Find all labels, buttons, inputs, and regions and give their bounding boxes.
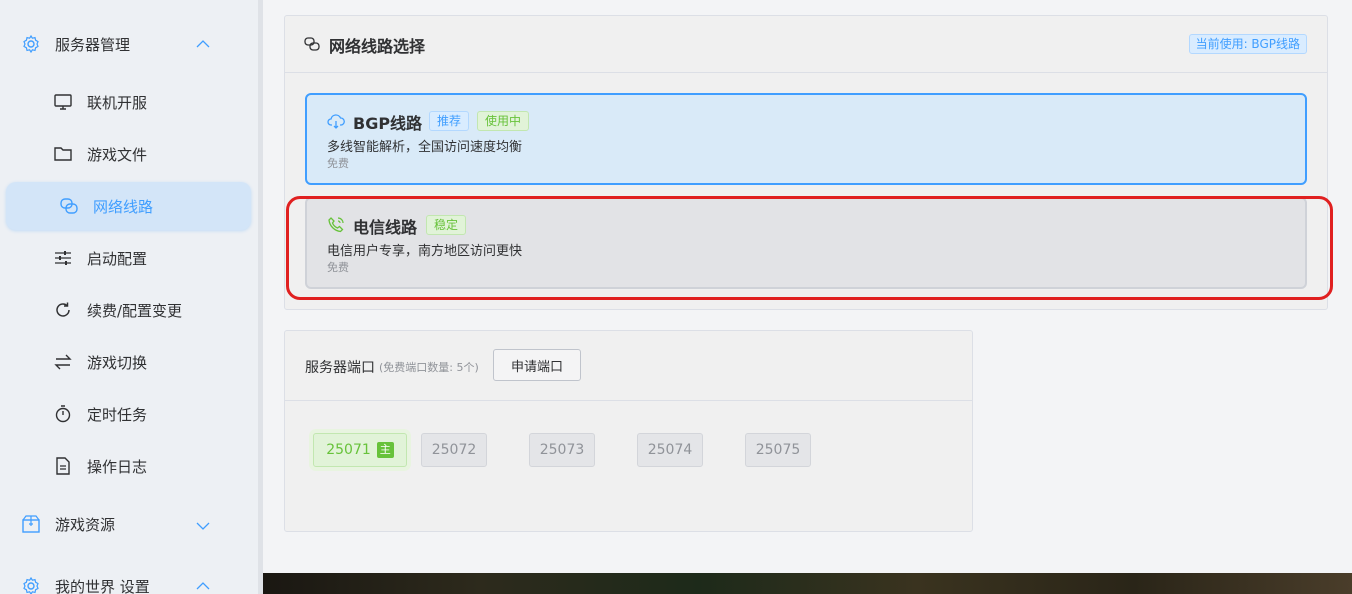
- group-server-management[interactable]: 服务器管理: [0, 24, 258, 64]
- sidebar-item-label: 操作日志: [87, 457, 148, 476]
- monitor-icon: [54, 94, 72, 110]
- sidebar: 服务器管理 联机开服 游戏文件 网络线路 启动配置 续费/配置变更 游戏切换 定…: [0, 0, 258, 594]
- sidebar-item-label: 游戏文件: [87, 145, 148, 164]
- route-price: 免费: [327, 157, 349, 170]
- port-value: 25075: [755, 442, 801, 458]
- route-description: 多线智能解析，全国访问速度均衡: [327, 140, 523, 155]
- group-game-resources[interactable]: 游戏资源: [0, 504, 258, 544]
- sidebar-item-game-switch[interactable]: 游戏切换: [6, 338, 251, 386]
- sidebar-item-operation-log[interactable]: 操作日志: [6, 442, 251, 490]
- primary-badge: 主: [376, 442, 394, 458]
- port-chip[interactable]: 25072: [421, 433, 487, 467]
- chevron-down-icon: [196, 522, 210, 530]
- port-chip[interactable]: 25074: [637, 433, 703, 467]
- tag-in-use: 使用中: [477, 111, 530, 131]
- card-title: 网络线路选择: [329, 37, 426, 56]
- route-option-bgp[interactable]: BGP线路 推荐 使用中 多线智能解析，全国访问速度均衡 免费: [305, 93, 1307, 185]
- free-port-count: (免费端口数量: 5个): [379, 361, 479, 374]
- route-name: 电信线路: [353, 218, 418, 237]
- tag-stable: 稳定: [426, 215, 467, 235]
- document-icon: [56, 457, 70, 475]
- port-value: 25073: [539, 442, 585, 458]
- current-route-badge: 当前使用: BGP线路: [1188, 34, 1307, 54]
- timer-icon: [55, 405, 71, 423]
- card-title: 服务器端口: [305, 360, 375, 376]
- sidebar-item-label: 网络线路: [93, 197, 154, 216]
- sidebar-item-label: 启动配置: [87, 249, 148, 268]
- sidebar-item-label: 游戏切换: [87, 353, 148, 372]
- sidebar-item-network-route[interactable]: 网络线路: [6, 182, 251, 230]
- gear-icon: [23, 34, 39, 54]
- link-icon: [60, 198, 78, 214]
- sidebar-item-game-files[interactable]: 游戏文件: [6, 130, 251, 178]
- group-label: 我的世界 设置: [55, 577, 150, 594]
- sidebar-item-online-server[interactable]: 联机开服: [6, 78, 251, 126]
- refresh-icon: [56, 302, 70, 317]
- group-label: 服务器管理: [55, 35, 131, 54]
- port-value: 25072: [431, 442, 477, 458]
- port-value: 25074: [647, 442, 693, 458]
- sidebar-item-scheduled-tasks[interactable]: 定时任务: [6, 390, 251, 438]
- card-header: 网络线路选择 当前使用: BGP线路: [285, 16, 1327, 73]
- sliders-icon: [55, 251, 71, 265]
- chevron-up-icon: [196, 582, 210, 590]
- port-chip-primary[interactable]: 25071 主: [313, 433, 407, 467]
- chevron-up-icon: [196, 40, 210, 48]
- route-option-telecom[interactable]: 电信线路 稳定 电信用户专享，南方地区访问更快 免费: [305, 197, 1307, 289]
- route-description: 电信用户专享，南方地区访问更快: [327, 244, 523, 259]
- server-port-card: 服务器端口 (免费端口数量: 5个) 申请端口 25071 主 25072 250…: [284, 330, 973, 532]
- sidebar-item-label: 续费/配置变更: [87, 301, 183, 320]
- gear-icon: [23, 576, 39, 594]
- link-icon: [304, 37, 320, 51]
- phone-icon: [328, 217, 344, 233]
- network-route-card: 网络线路选择 当前使用: BGP线路 BGP线路 推荐 使用中 多线智能解析，全…: [284, 15, 1328, 310]
- group-minecraft-settings[interactable]: 我的世界 设置: [0, 566, 258, 594]
- group-label: 游戏资源: [55, 515, 116, 534]
- route-name: BGP线路: [353, 114, 423, 133]
- sidebar-item-label: 联机开服: [87, 93, 148, 112]
- sidebar-item-label: 定时任务: [87, 405, 148, 424]
- sidebar-item-startup-config[interactable]: 启动配置: [6, 234, 251, 282]
- port-chip[interactable]: 25073: [529, 433, 595, 467]
- apply-port-button[interactable]: 申请端口: [493, 349, 581, 381]
- route-price: 免费: [327, 261, 349, 274]
- folder-icon: [54, 147, 72, 161]
- switch-icon: [54, 354, 72, 370]
- background-wallpaper: [263, 573, 1352, 594]
- tag-recommended: 推荐: [429, 111, 470, 131]
- card-header: 服务器端口 (免费端口数量: 5个) 申请端口: [285, 331, 972, 401]
- box-icon: [22, 515, 40, 533]
- sidebar-item-renewal[interactable]: 续费/配置变更: [6, 286, 251, 334]
- port-chip[interactable]: 25075: [745, 433, 811, 467]
- port-value: 25071: [326, 442, 371, 458]
- cloud-icon: [327, 114, 345, 129]
